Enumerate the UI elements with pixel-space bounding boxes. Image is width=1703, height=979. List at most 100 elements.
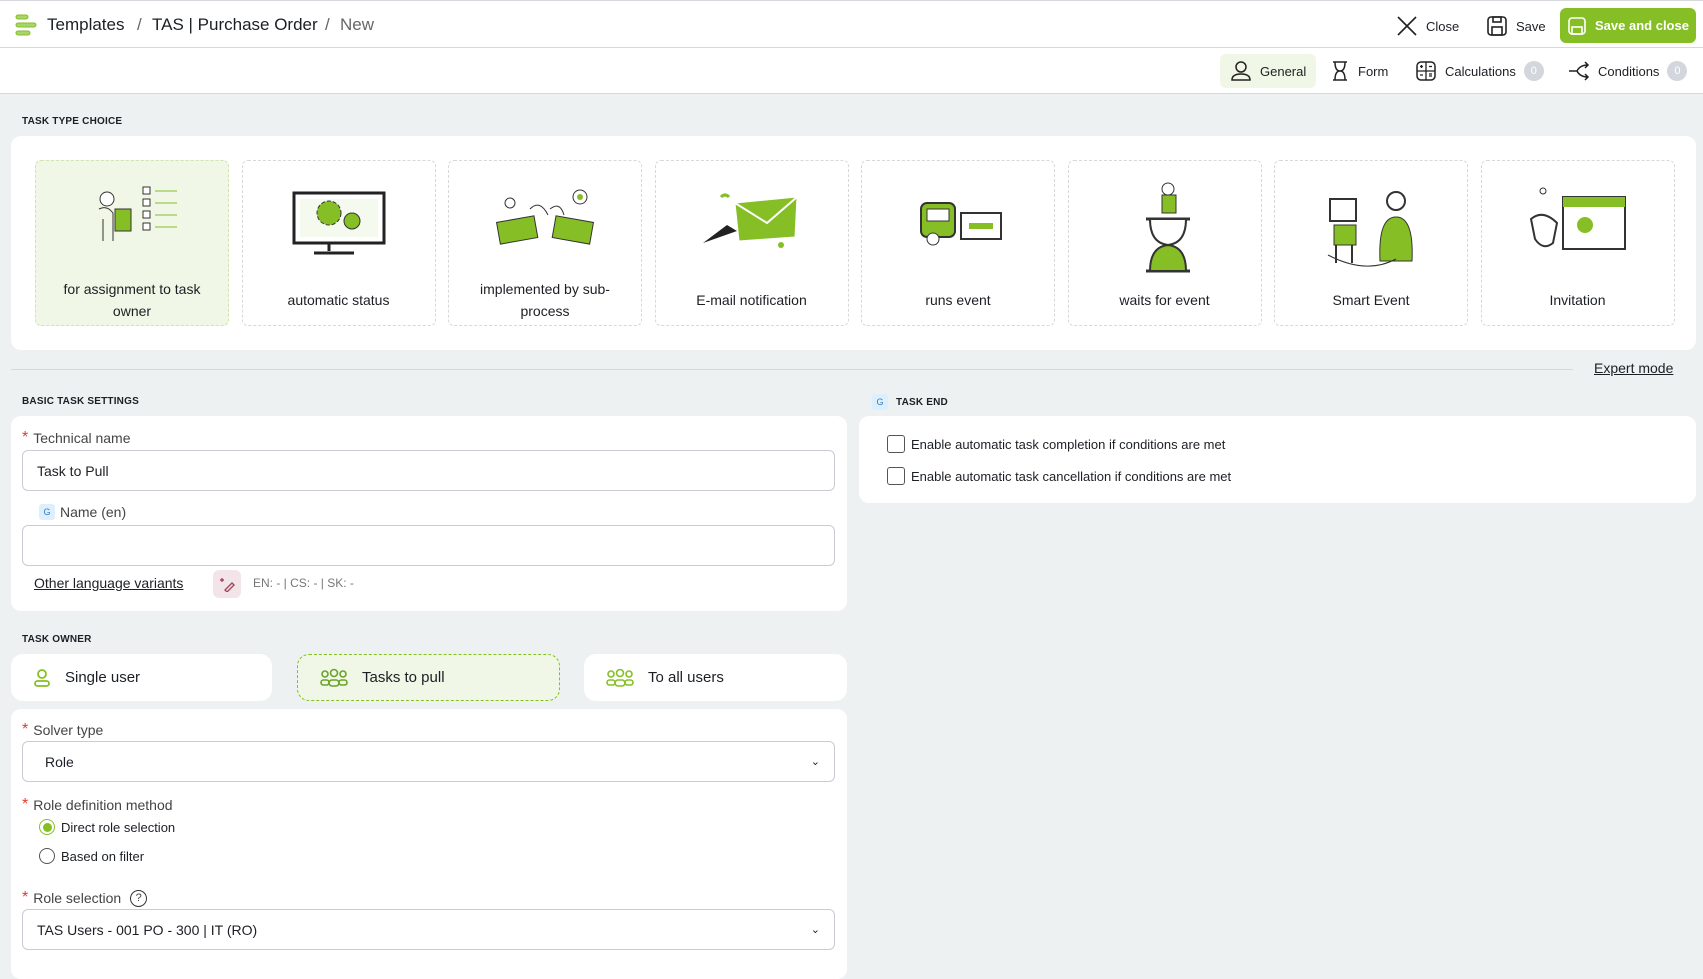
label-text: Technical name xyxy=(33,430,131,446)
save-label: Save xyxy=(1516,18,1546,34)
role-method-label: * Role definition method xyxy=(22,796,173,813)
breadcrumb-separator: / xyxy=(137,15,142,34)
close-label: Close xyxy=(1426,18,1460,34)
label-text: Role selection xyxy=(33,890,122,906)
section-title: BASIC TASK SETTINGS xyxy=(22,396,139,407)
task-type-label: automatic status xyxy=(287,292,390,308)
branch-icon xyxy=(1569,61,1590,81)
name-en-input[interactable] xyxy=(22,525,835,566)
chevron-down-icon: ⌄ xyxy=(810,756,820,768)
tab-label: Calculations xyxy=(1445,63,1516,79)
radio-button[interactable] xyxy=(39,819,55,835)
role-selection-select[interactable]: TAS Users - 001 PO - 300 | IT (RO) ⌄ xyxy=(22,909,835,950)
assignment-illustration xyxy=(98,186,177,241)
owner-to-all-users[interactable]: To all users xyxy=(584,654,847,701)
radio-label: Direct role selection xyxy=(61,819,176,835)
calculator-icon xyxy=(1416,61,1436,81)
auto-completion-option[interactable]: Enable automatic task completion if cond… xyxy=(887,435,1225,453)
label-text: Role definition method xyxy=(33,797,173,813)
conditions-count-badge: 0 xyxy=(1667,61,1688,81)
task-type-card[interactable]: E-mail notification xyxy=(654,160,849,326)
basic-settings-panel: * Technical name Task to Pull G Name (en) … xyxy=(11,416,847,611)
checkbox[interactable] xyxy=(887,467,905,485)
chevron-down-icon: ⌄ xyxy=(810,924,820,936)
task-type-card[interactable]: automatic status xyxy=(241,160,436,326)
task-end-panel: Enable automatic task completion if cond… xyxy=(859,416,1696,503)
close-icon xyxy=(1397,16,1417,36)
checkbox[interactable] xyxy=(887,435,905,453)
section-title: TASK OWNER xyxy=(22,634,92,645)
hourglass-illustration xyxy=(1145,182,1190,273)
tab-conditions[interactable]: Conditions 0 xyxy=(1558,54,1697,88)
label-text: Name (en) xyxy=(60,504,127,520)
option-label: Enable automatic task completion if cond… xyxy=(911,436,1226,452)
solver-type-label: * Solver type xyxy=(22,721,104,738)
top-bar: Templates / TAS | Purchase Order / New C… xyxy=(0,0,1703,48)
tab-label: Conditions xyxy=(1598,63,1660,79)
expert-mode-link[interactable]: Expert mode xyxy=(1594,360,1673,376)
breadcrumb-templates[interactable]: Templates xyxy=(47,15,124,35)
email-illustration xyxy=(702,193,798,248)
task-type-label: Smart Event xyxy=(1332,292,1410,308)
task-type-card[interactable]: Smart Event xyxy=(1274,160,1468,326)
user-icon xyxy=(34,668,50,687)
save-and-close-button[interactable]: Save and close xyxy=(1560,8,1696,43)
monitor-gear-illustration xyxy=(292,191,385,255)
language-status: EN: - | CS: - | SK: - xyxy=(253,576,354,590)
task-type-label: E-mail notification xyxy=(696,292,807,308)
ai-translate-button[interactable] xyxy=(213,570,241,598)
section-title: TASK TYPE CHOICE xyxy=(22,116,123,127)
calculations-count-badge: 0 xyxy=(1523,61,1544,81)
role-method-filter[interactable]: Based on filter xyxy=(39,848,144,864)
section-title: TASK END xyxy=(896,396,948,408)
save-button[interactable]: Save xyxy=(1486,13,1546,39)
technical-name-input[interactable]: Task to Pull xyxy=(22,450,835,491)
tab-calculations[interactable]: Calculations 0 xyxy=(1405,54,1554,88)
global-badge: G xyxy=(872,394,888,410)
owner-label: To all users xyxy=(648,669,724,686)
auto-cancellation-option[interactable]: Enable automatic task cancellation if co… xyxy=(887,467,1231,485)
task-type-label: implemented by sub-process xyxy=(480,281,610,319)
role-selection-label: * Role selection? xyxy=(22,889,148,907)
task-type-card[interactable]: for assignment to task owner xyxy=(35,160,229,326)
breadcrumb-template[interactable]: TAS | Purchase Order xyxy=(152,15,318,35)
tab-bar: General Form Calculations 0 Conditions 0 xyxy=(0,48,1703,94)
task-type-label: for assignment to task owner xyxy=(63,281,201,319)
tab-general[interactable]: General xyxy=(1220,54,1317,88)
task-type-card[interactable]: runs event xyxy=(861,160,1055,326)
help-icon[interactable]: ? xyxy=(130,889,148,907)
hourglass-icon xyxy=(1333,61,1347,81)
task-type-label: waits for event xyxy=(1119,292,1210,308)
task-end-title: G TASK END xyxy=(872,394,948,410)
other-language-variants-link[interactable]: Other language variants xyxy=(34,575,183,591)
magic-pen-icon xyxy=(220,578,235,592)
task-type-label: runs event xyxy=(925,292,991,308)
option-label: Enable automatic task cancellation if co… xyxy=(911,468,1232,484)
tab-form[interactable]: Form xyxy=(1320,54,1398,88)
tab-label: Form xyxy=(1358,63,1389,79)
breadcrumb-current: New xyxy=(340,15,375,34)
subprocess-illustration xyxy=(495,189,595,245)
task-type-card[interactable]: implemented by sub-process xyxy=(448,160,642,326)
breadcrumb-separator: / xyxy=(325,15,330,34)
radio-button[interactable] xyxy=(39,848,55,864)
save-and-close-label: Save and close xyxy=(1595,18,1689,33)
save-icon xyxy=(1487,16,1507,36)
smart-robot-illustration xyxy=(1327,191,1413,267)
owner-tasks-to-pull[interactable]: Tasks to pull xyxy=(297,654,560,701)
robot-illustration xyxy=(920,202,1002,246)
owner-single-user[interactable]: Single user xyxy=(11,654,272,701)
role-method-direct[interactable]: Direct role selection xyxy=(39,819,175,835)
task-type-card[interactable]: waits for event xyxy=(1067,160,1262,326)
owner-label: Tasks to pull xyxy=(362,669,445,686)
divider xyxy=(11,369,1573,370)
solver-panel: * Solver type Role ⌄ * Role definition meth… xyxy=(11,709,847,979)
calendar-illustration xyxy=(1529,187,1626,250)
menu-icon[interactable] xyxy=(15,14,39,36)
task-type-label: Invitation xyxy=(1549,292,1606,308)
select-value: TAS Users - 001 PO - 300 | IT (RO) xyxy=(37,921,258,938)
select-value: Role xyxy=(45,753,74,770)
solver-type-select[interactable]: Role ⌄ xyxy=(22,741,835,782)
close-button[interactable]: Close xyxy=(1396,13,1459,39)
task-type-card[interactable]: Invitation xyxy=(1480,160,1675,326)
